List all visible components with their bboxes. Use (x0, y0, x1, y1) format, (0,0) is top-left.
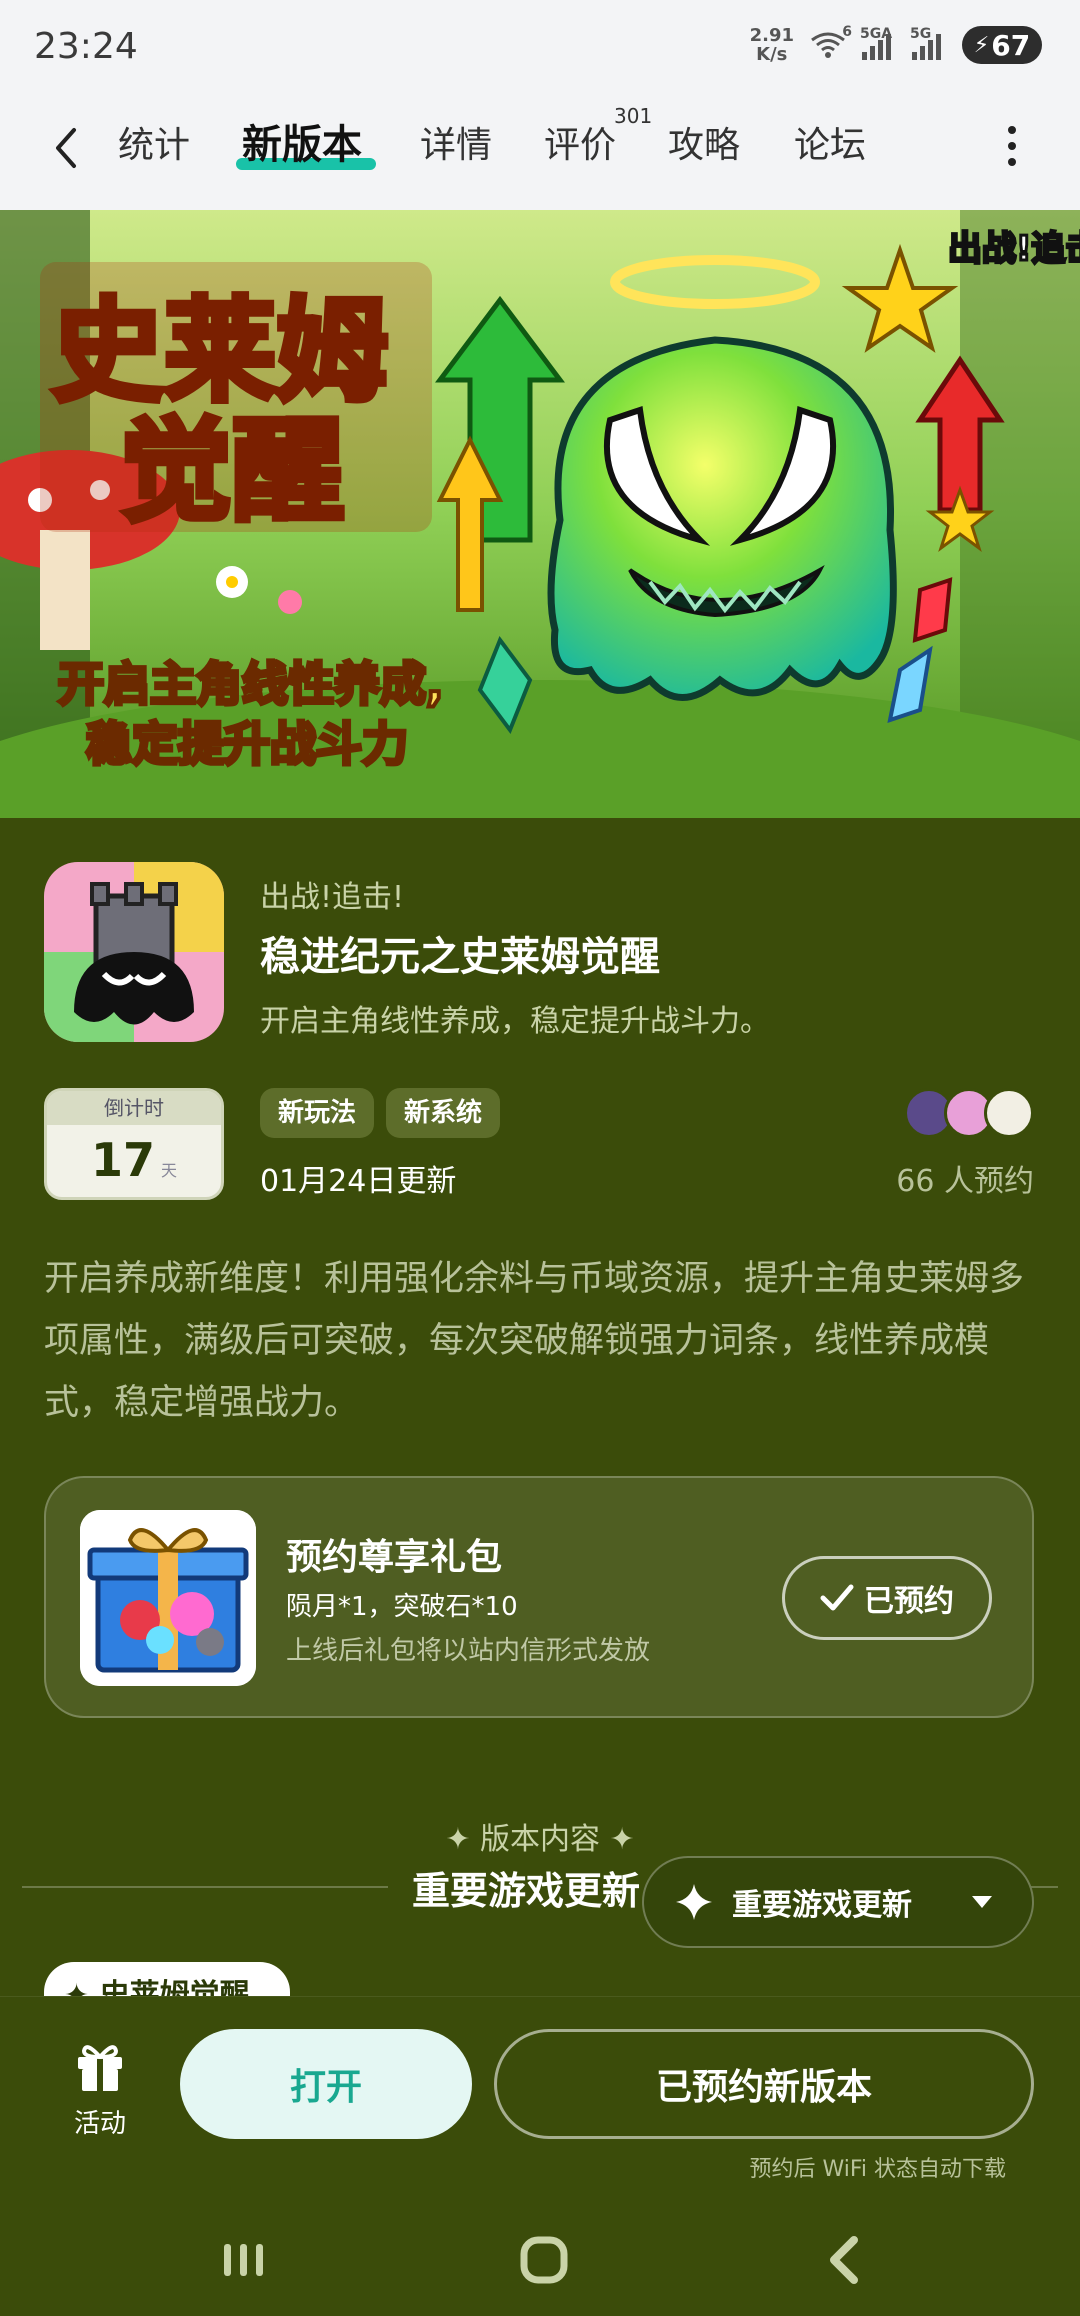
banner-logo-line2: 觉醒 (120, 407, 344, 537)
version-description: 开启养成新维度！利用强化余料与币域资源，提升主角史莱姆多项属性，满级后可突破，每… (44, 1259, 1025, 1423)
bottom-action-bar: 活动 打开 已预约新版本 预约后 WiFi 状态自动下载 (0, 1996, 1080, 2196)
reserver-avatars (904, 1088, 1034, 1138)
app-description: 开启主角线性养成，稳定提升战斗力。 (260, 1004, 770, 1039)
gift-box-image (80, 1510, 256, 1686)
signal-5g-icon: 5G (910, 26, 948, 60)
bolt-icon: ⚡ (973, 32, 990, 58)
open-button[interactable]: 打开 (180, 2029, 472, 2139)
chevron-down-icon (972, 1896, 992, 1908)
divider (22, 1886, 388, 1888)
home-button[interactable] (514, 2230, 574, 2290)
checkmark-icon (820, 1584, 854, 1611)
gift-items: 陨月*1，突破石*10 (286, 1592, 518, 1622)
app-title: 稳进纪元之史莱姆觉醒 (260, 934, 660, 980)
activity-button[interactable]: 活动 (60, 2039, 140, 2140)
section-dropdown[interactable]: 重要游戏更新 (642, 1856, 1034, 1948)
tab-forum[interactable]: 论坛 (794, 116, 866, 168)
tab-reviews[interactable]: 评价 (544, 116, 616, 168)
gift-title: 预约尊享礼包 (286, 1537, 503, 1578)
activity-label: 活动 (73, 2109, 126, 2139)
status-icons: 2.91 K/s 6 5GA 5G ⚡ 67 (749, 24, 1042, 65)
review-count-badge: 301 (614, 104, 653, 128)
more-dot-icon (1008, 126, 1016, 134)
top-tab-bar: 统计 新版本 详情 评价 301 攻略 论坛 (0, 96, 1080, 210)
tag-new-system: 新系统 (386, 1088, 501, 1138)
update-date: 01月24日更新 (260, 1164, 457, 1199)
battery-indicator: ⚡ 67 (962, 26, 1042, 64)
back-nav-icon (830, 2236, 858, 2284)
reservation-gift-card: 预约尊享礼包 陨月*1，突破石*10 上线后礼包将以站内信形式发放 已预约 (44, 1476, 1034, 1718)
app-icon[interactable] (44, 862, 224, 1042)
gift-reserved-button[interactable]: 已预约 (782, 1556, 992, 1640)
tag-new-gameplay: 新玩法 (260, 1088, 375, 1138)
tab-details[interactable]: 详情 (420, 116, 492, 168)
signal-5ga-icon: 5GA (860, 26, 898, 60)
recent-apps-icon (224, 2244, 263, 2276)
banner-artwork: 史莱姆 觉醒 开启主角线性养成, 稳定提升战斗力 出战!追击 (0, 210, 1080, 818)
reserved-new-version-button[interactable]: 已预约新版本 (494, 2029, 1034, 2139)
banner-logo-line1: 史莱姆 (52, 287, 388, 417)
app-subtitle: 出战!追击! (260, 880, 405, 915)
countdown-card: 倒计时 17 天 (44, 1088, 224, 1200)
network-speed: 2.91 K/s (749, 25, 794, 65)
section-subtitle: ✦ 版本内容 ✦ (445, 1822, 635, 1857)
banner-slogan-line1: 开启主角线性养成, (58, 657, 443, 711)
more-dot-icon (1008, 158, 1016, 166)
back-button[interactable] (46, 118, 86, 178)
banner-slogan-line2: 稳定提升战斗力 (86, 717, 408, 771)
tab-stats[interactable]: 统计 (118, 116, 190, 168)
back-arrow-icon (56, 128, 76, 168)
home-icon (520, 2236, 568, 2284)
reserve-count: 66 人预约 (896, 1164, 1034, 1199)
app-icon-artwork (44, 862, 224, 1042)
wifi-download-note: 预约后 WiFi 状态自动下载 (749, 2157, 1006, 2182)
more-dot-icon (1008, 142, 1016, 150)
more-menu-button[interactable] (1002, 122, 1022, 172)
gift-box-icon (80, 1510, 256, 1686)
system-nav-bar (0, 2196, 1080, 2316)
gift-note: 上线后礼包将以站内信形式发放 (286, 1636, 651, 1666)
recent-apps-button[interactable] (214, 2230, 274, 2290)
countdown-label: 倒计时 (47, 1091, 221, 1125)
section-title: 重要游戏更新 (412, 1869, 641, 1913)
tab-new-version[interactable]: 新版本 (242, 112, 362, 170)
avatar (984, 1088, 1034, 1138)
countdown-days: 17 天 (90, 1133, 178, 1187)
promo-banner[interactable]: 史莱姆 觉醒 开启主角线性养成, 稳定提升战斗力 出战!追击 (0, 210, 1080, 818)
back-nav-button[interactable] (816, 2230, 876, 2290)
sparkle-icon (676, 1884, 712, 1920)
wifi-icon: 6 (808, 24, 852, 60)
tab-guides[interactable]: 攻略 (668, 116, 740, 168)
status-time: 23:24 (34, 26, 138, 67)
gift-icon (78, 2045, 122, 2091)
corner-game-logo: 出战!追击 (948, 229, 1080, 269)
status-bar: 23:24 2.91 K/s 6 5GA 5G ⚡ 67 (0, 0, 1080, 96)
